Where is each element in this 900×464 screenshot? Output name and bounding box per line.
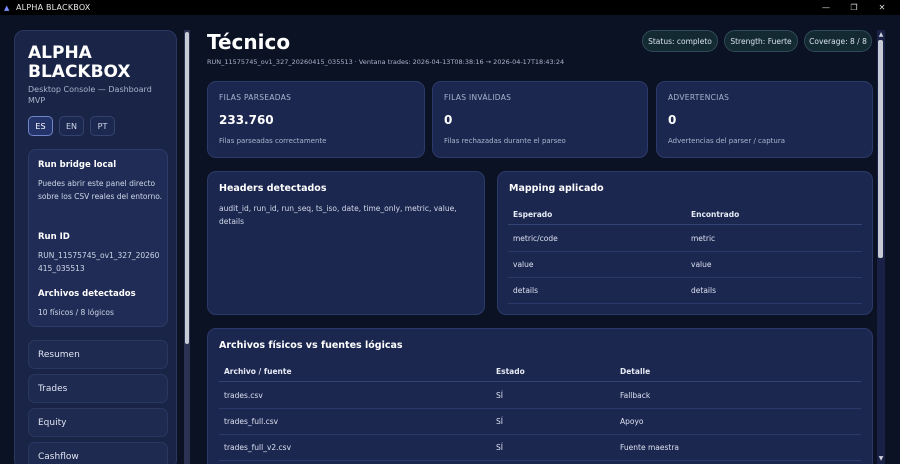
- card-title: Archivos físicos vs fuentes lógicas: [219, 340, 403, 351]
- nav-item-resumen[interactable]: Resumen: [28, 340, 168, 369]
- card-title: Mapping aplicado: [509, 183, 604, 194]
- table-row: value value: [508, 252, 862, 278]
- bridge-title: Run bridge local: [38, 160, 117, 170]
- stat-card-invalid: FILAS INVÁLIDAS 0 Filas rechazadas duran…: [432, 81, 648, 158]
- run-window-line: RUN_11575745_ov1_327_20260415_035513 · V…: [207, 58, 565, 66]
- scroll-down-icon[interactable]: ▼: [877, 455, 885, 463]
- stat-value: 0: [444, 113, 453, 127]
- coverage-badge: Coverage: 8 / 8: [804, 30, 872, 52]
- table-cell: Fallback: [620, 391, 651, 400]
- brand-logo-text: ALPHA BLACKBOX: [28, 44, 131, 82]
- app-subtitle: Desktop Console — Dashboard MVP: [28, 85, 152, 105]
- strength-badge: Strength: Fuerte: [724, 30, 798, 52]
- table-cell: value: [513, 260, 534, 269]
- nav-item-trades[interactable]: Trades: [28, 374, 168, 403]
- table-cell: details: [691, 286, 716, 295]
- table-cell: SÍ: [496, 443, 503, 452]
- bridge-text: Puedes abrir este panel directo sobre lo…: [38, 179, 163, 201]
- stat-description: Advertencias del parser / captura: [668, 137, 785, 145]
- main-scrollbar-thumb[interactable]: [878, 40, 883, 258]
- column-header: Encontrado: [691, 210, 740, 219]
- lang-en-button[interactable]: EN: [59, 116, 84, 136]
- run-id-value: RUN_11575745_ov1_327_20260415_035513: [38, 251, 160, 273]
- table-cell: trades_full_v2.csv: [224, 443, 292, 452]
- table-cell: trades_full.csv: [224, 417, 279, 426]
- table-cell: trades.csv: [224, 391, 263, 400]
- status-badge: Status: completo: [642, 30, 718, 52]
- lang-pt-button[interactable]: PT: [90, 116, 115, 136]
- window-title: ALPHA BLACKBOX: [16, 3, 91, 12]
- column-header: Detalle: [620, 367, 651, 376]
- table-cell: value: [691, 260, 712, 269]
- app-icon: ▲: [4, 3, 10, 12]
- stat-description: Filas rechazadas durante el parseo: [444, 137, 566, 145]
- stat-label: FILAS PARSEADAS: [219, 93, 292, 102]
- table-row: details details: [508, 278, 862, 304]
- files-table-header: Archivo / fuente Estado Detalle: [219, 362, 861, 382]
- column-header: Estado: [496, 367, 525, 376]
- mapping-card: Mapping aplicado Esperado Encontrado met…: [497, 171, 873, 315]
- restore-icon[interactable]: ❐: [840, 0, 868, 15]
- nav-item-equity[interactable]: Equity: [28, 408, 168, 437]
- stat-label: ADVERTENCIAS: [668, 93, 730, 102]
- sidebar: ALPHA BLACKBOX Desktop Console — Dashboa…: [14, 30, 177, 464]
- close-icon[interactable]: ✕: [868, 0, 896, 15]
- stat-description: Filas parseadas correctamente: [219, 137, 327, 145]
- sidebar-scrollbar-thumb[interactable]: [185, 32, 189, 344]
- mapping-table-header: Esperado Encontrado: [508, 205, 862, 225]
- table-cell: SÍ: [496, 391, 503, 400]
- table-cell: details: [513, 286, 538, 295]
- scroll-up-icon[interactable]: ▲: [877, 31, 885, 39]
- column-header: Esperado: [513, 210, 553, 219]
- files-value: 10 físicos / 8 lógicos: [38, 308, 114, 317]
- run-info-panel: Run bridge local Puedes abrir este panel…: [28, 149, 168, 327]
- lang-es-button[interactable]: ES: [28, 116, 53, 136]
- language-switcher: ES EN PT: [28, 116, 115, 136]
- stat-value: 233.760: [219, 113, 274, 127]
- table-cell: metric/code: [513, 234, 558, 243]
- files-label: Archivos detectados: [38, 289, 136, 299]
- stat-label: FILAS INVÁLIDAS: [444, 93, 512, 102]
- headers-detected-card: Headers detectados audit_id, run_id, run…: [207, 171, 485, 315]
- table-cell: metric: [691, 234, 716, 243]
- table-cell: Apoyo: [620, 417, 644, 426]
- window-titlebar: ▲ ALPHA BLACKBOX — ❐ ✕: [0, 0, 900, 15]
- table-cell: SÍ: [496, 417, 503, 426]
- brand-line: BLACKBOX: [28, 62, 131, 82]
- run-id-label: Run ID: [38, 232, 70, 242]
- table-row: trades_full.csv SÍ Apoyo: [219, 409, 861, 435]
- stat-card-parsed: FILAS PARSEADAS 233.760 Filas parseadas …: [207, 81, 425, 158]
- stat-card-warnings: ADVERTENCIAS 0 Advertencias del parser /…: [656, 81, 873, 158]
- minimize-icon[interactable]: —: [812, 0, 840, 15]
- table-row: metric/code metric: [508, 226, 862, 252]
- files-card: Archivos físicos vs fuentes lógicas Arch…: [207, 328, 873, 464]
- card-title: Headers detectados: [219, 183, 327, 194]
- stat-value: 0: [668, 113, 677, 127]
- page-title: Técnico: [207, 30, 291, 54]
- nav-item-cashflow[interactable]: Cashflow: [28, 442, 168, 464]
- brand-line: ALPHA: [28, 43, 92, 63]
- headers-list: audit_id, run_id, run_seq, ts_iso, date,…: [219, 204, 457, 226]
- column-header: Archivo / fuente: [224, 367, 292, 376]
- table-row: trades_full_v2.csv SÍ Fuente maestra: [219, 435, 861, 461]
- table-row: trades.csv SÍ Fallback: [219, 383, 861, 409]
- table-cell: Fuente maestra: [620, 443, 680, 452]
